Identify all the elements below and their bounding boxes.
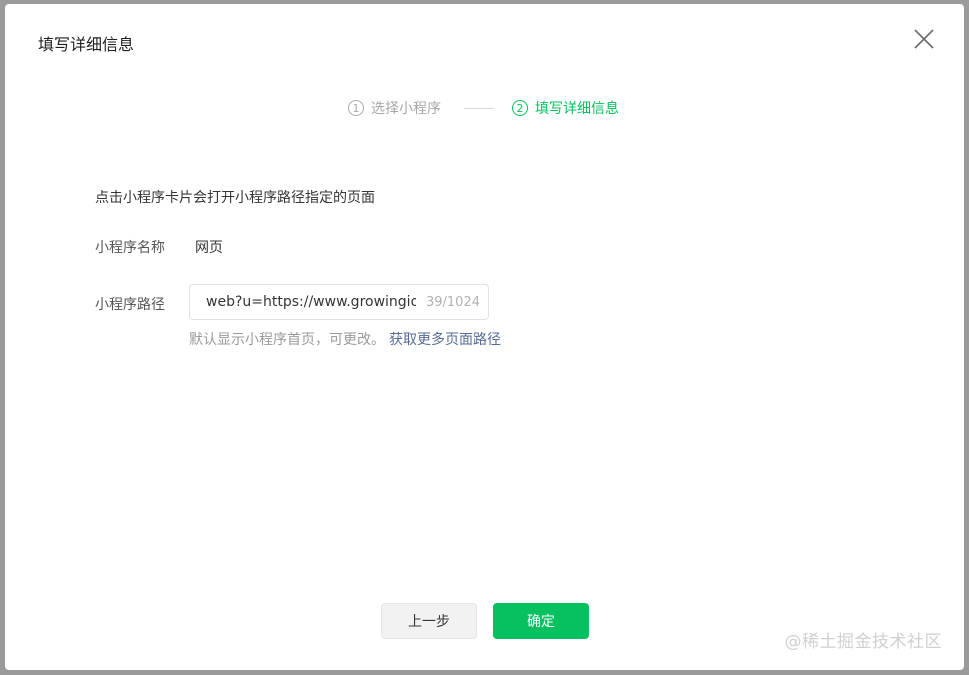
step-number: 2 <box>512 100 528 116</box>
previous-step-button[interactable]: 上一步 <box>381 603 477 639</box>
step-select-miniprogram: 1 选择小程序 <box>348 98 441 118</box>
step-divider <box>464 108 494 109</box>
stepper: 1 选择小程序 2 填写详细信息 <box>5 98 964 118</box>
close-icon <box>914 29 934 49</box>
confirm-button[interactable]: 确定 <box>493 603 589 639</box>
step-label: 选择小程序 <box>371 101 441 117</box>
dialog-title: 填写详细信息 <box>38 35 135 54</box>
miniprogram-path-label: 小程序路径 <box>95 297 165 313</box>
step-fill-details: 2 填写详细信息 <box>512 98 619 118</box>
path-char-counter: 39/1024 <box>425 294 480 310</box>
path-hint-text: 默认显示小程序首页，可更改。 <box>189 332 385 348</box>
miniprogram-path-input[interactable] <box>190 286 416 318</box>
miniprogram-path-field[interactable]: 39/1024 <box>189 284 489 320</box>
dialog: 填写详细信息 1 选择小程序 2 填写详细信息 点击小程序卡片会打开小程序路径指… <box>5 4 964 670</box>
form-description: 点击小程序卡片会打开小程序路径指定的页面 <box>95 190 375 206</box>
watermark: @稀土掘金技术社区 <box>784 632 942 652</box>
more-paths-link[interactable]: 获取更多页面路径 <box>389 332 501 348</box>
path-hint: 默认显示小程序首页，可更改。 获取更多页面路径 <box>189 330 501 350</box>
miniprogram-name-value: 网页 <box>195 240 223 256</box>
close-button[interactable] <box>911 26 937 52</box>
step-label: 填写详细信息 <box>535 101 619 117</box>
miniprogram-name-label: 小程序名称 <box>95 240 165 256</box>
step-number: 1 <box>348 100 364 116</box>
